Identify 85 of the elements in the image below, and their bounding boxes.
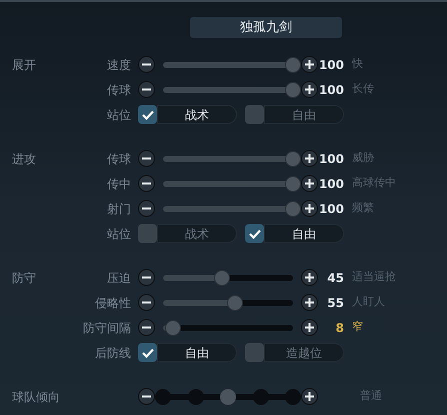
minus-button[interactable] [138, 269, 155, 286]
plus-icon [305, 298, 314, 307]
plus-button[interactable] [301, 319, 318, 336]
minus-button[interactable] [138, 81, 155, 98]
plus-button[interactable] [301, 388, 318, 405]
step-thumb[interactable] [220, 388, 236, 404]
setting-value: 100 [318, 176, 344, 192]
checkbox[interactable] [138, 105, 157, 124]
setting-label: 射门 [106, 200, 131, 218]
setting-label: 后防线 [94, 344, 131, 362]
slider-thumb[interactable] [285, 82, 301, 98]
plus-button[interactable] [301, 150, 318, 167]
plus-icon [305, 60, 314, 69]
slider-thumb[interactable] [285, 176, 301, 192]
setting-description: 高球传中 [352, 175, 396, 192]
setting-label: 传球 [106, 150, 131, 168]
checkbox[interactable] [138, 224, 157, 243]
plus-icon [305, 204, 314, 213]
setting-label: 传球 [106, 82, 131, 98]
setting-description: 快 [352, 56, 363, 72]
checkbox[interactable] [138, 343, 157, 362]
plus-button[interactable] [301, 56, 318, 73]
step-slider[interactable] [155, 388, 301, 404]
setting-label: 速度 [106, 56, 131, 74]
setting-label: 站位 [106, 226, 131, 242]
plus-button[interactable] [301, 81, 318, 98]
minus-button[interactable] [138, 150, 155, 167]
setting-description: 适当逼抢 [352, 269, 396, 286]
setting-description: 普通 [360, 388, 382, 404]
option-button[interactable]: 战术 [157, 224, 237, 243]
slider-thumb[interactable] [165, 320, 182, 336]
minus-button[interactable] [138, 200, 155, 217]
option-button[interactable]: 造越位 [264, 343, 344, 362]
setting-value: 100 [318, 82, 344, 98]
minus-button[interactable] [138, 56, 155, 73]
plus-icon [305, 323, 314, 332]
section-label: 展开 [11, 57, 37, 74]
minus-button[interactable] [138, 388, 155, 405]
setting-label: 防守间隔 [82, 320, 131, 336]
setting-value: 100 [318, 150, 344, 168]
setting-description: 频繁 [352, 200, 374, 216]
plus-button[interactable] [301, 175, 318, 192]
slider-thumb[interactable] [285, 56, 301, 72]
setting-value: 8 [334, 320, 344, 336]
setting-description: 长传 [352, 81, 374, 98]
setting-value: 55 [326, 294, 344, 312]
setting-description: 窄 [352, 319, 363, 336]
minus-button[interactable] [138, 319, 155, 336]
title-bar: 独孤九剑 [190, 17, 342, 38]
minus-button[interactable] [138, 175, 155, 192]
slider-thumb[interactable] [226, 294, 242, 310]
setting-value: 100 [318, 56, 344, 74]
slider-thumb[interactable] [214, 270, 230, 286]
plus-icon [305, 273, 314, 282]
minus-button[interactable] [138, 294, 155, 311]
setting-value: 100 [318, 200, 344, 218]
plus-button[interactable] [301, 269, 318, 286]
checkbox[interactable] [245, 105, 264, 124]
check-icon [248, 228, 260, 238]
checkbox[interactable] [245, 224, 264, 243]
plus-button[interactable] [301, 294, 318, 311]
plus-icon [305, 179, 314, 188]
option-button[interactable]: 自由 [264, 105, 344, 124]
section-label: 防守 [11, 270, 37, 287]
setting-label: 站位 [106, 106, 131, 124]
setting-label: 侵略性 [94, 294, 131, 312]
setting-label: 压迫 [106, 270, 131, 286]
plus-icon [305, 154, 314, 163]
section-label: 球队倾向 [11, 389, 61, 406]
option-button[interactable]: 战术 [157, 105, 237, 124]
checkbox[interactable] [245, 343, 264, 362]
check-icon [142, 110, 154, 120]
setting-value: 45 [326, 270, 344, 286]
setting-description: 威胁 [352, 150, 374, 166]
plus-button[interactable] [301, 200, 318, 217]
setting-label: 传中 [106, 176, 131, 192]
section-label: 进攻 [11, 151, 37, 168]
plus-icon [305, 392, 314, 401]
slider-thumb[interactable] [285, 150, 301, 166]
setting-description: 人盯人 [352, 294, 385, 310]
option-button[interactable]: 自由 [157, 343, 237, 362]
option-button[interactable]: 自由 [264, 224, 344, 243]
slider-thumb[interactable] [285, 200, 301, 216]
plus-icon [305, 85, 314, 94]
check-icon [142, 348, 154, 358]
